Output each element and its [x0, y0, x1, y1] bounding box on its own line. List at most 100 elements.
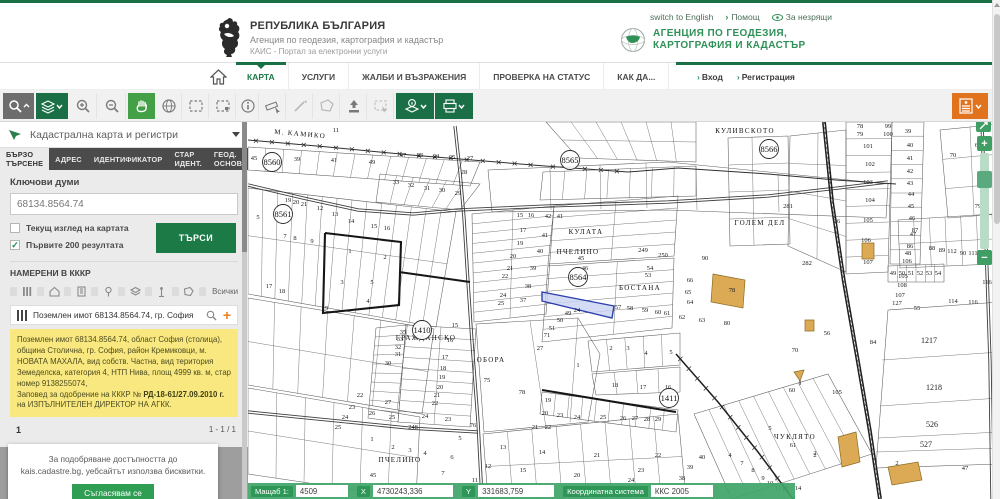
- layers-button[interactable]: [36, 93, 68, 119]
- zoom-out-icon: [104, 98, 120, 115]
- parcel-number: 32: [395, 344, 402, 351]
- identify-dropdown[interactable]: [396, 93, 434, 119]
- result-title: Поземлен имот 68134.8564.74, гр. София: [33, 310, 200, 320]
- add-result-icon[interactable]: +: [223, 309, 231, 321]
- mobile-menu-button[interactable]: [952, 93, 988, 119]
- chevron-down-icon: [232, 132, 240, 137]
- zoom-out-button[interactable]: [99, 93, 126, 119]
- filter-house-icon[interactable]: [48, 284, 60, 298]
- parcel-number: 37: [520, 297, 527, 304]
- zoom-rect-button[interactable]: [184, 93, 209, 119]
- result-list-item[interactable]: Поземлен имот 68134.8564.74, гр. София +: [10, 305, 238, 325]
- selected-parcel[interactable]: [542, 292, 614, 318]
- fullscreen-button[interactable]: [976, 122, 991, 132]
- hand-icon: [134, 98, 150, 115]
- rect-pointer-icon: [373, 98, 389, 115]
- switch-to-english-link[interactable]: switch to English: [650, 12, 713, 22]
- print-dropdown[interactable]: [435, 93, 473, 119]
- search-caret-up-icon: [7, 98, 31, 115]
- nav-tab-2[interactable]: ЖАЛБИ И ВЪЗРАЖЕНИЯ: [349, 63, 480, 90]
- logo-text: АГЕНЦИЯ ПО ГЕОДЕЗИЯ, КАРТОГРАФИЯ И КАДАС…: [653, 28, 806, 53]
- home-icon[interactable]: [210, 69, 227, 85]
- parcel-number: 62: [679, 314, 686, 321]
- search-tab-0[interactable]: БЪРЗО ТЪРСЕНЕ: [0, 148, 49, 170]
- overview-button[interactable]: [157, 93, 182, 119]
- nav-tab-4[interactable]: КАК ДА...: [604, 63, 669, 90]
- nav-tab-0[interactable]: КАРТА: [234, 63, 289, 90]
- heavy-boundary: [323, 233, 401, 313]
- parcel-number: 25: [449, 154, 456, 161]
- parcel-number: 3: [340, 279, 343, 286]
- parcel-line: [315, 197, 322, 306]
- measure-area-button[interactable]: [315, 93, 340, 119]
- parcel-number: 104: [865, 197, 876, 204]
- search-tab-2[interactable]: ИДЕНТИФИКАТОР: [88, 148, 169, 170]
- zoom-slider-track[interactable]: [980, 153, 989, 249]
- page-number[interactable]: 1: [16, 425, 21, 435]
- crs-input[interactable]: [651, 485, 713, 497]
- parcel-line: [846, 205, 890, 206]
- filter-badge: [172, 287, 179, 296]
- filter-polygon-icon[interactable]: [183, 284, 195, 298]
- parcel-number: 15: [371, 223, 378, 230]
- parcel-number: 25: [389, 414, 396, 421]
- printer-caret-icon: [442, 98, 466, 115]
- parcel-line: [651, 168, 652, 197]
- keywords-input[interactable]: [10, 193, 238, 215]
- parcel-number: 59: [642, 307, 649, 314]
- crs-label: Координатна система: [563, 486, 648, 497]
- sidebar-scrollbar[interactable]: [242, 122, 247, 499]
- search-button[interactable]: ТЪРСИ: [156, 223, 236, 253]
- nav-tab-3[interactable]: ПРОВЕРКА НА СТАТУС: [480, 63, 604, 90]
- parcel-number: 23: [557, 412, 564, 419]
- zoom-in-button-map[interactable]: +: [977, 136, 992, 151]
- scale-input[interactable]: [296, 485, 348, 497]
- filter-all-link[interactable]: Всички: [212, 287, 238, 296]
- cadastral-map[interactable]: 2411453941494723242527283332313029192021…: [248, 122, 1000, 499]
- parcel-line: [581, 397, 583, 419]
- select-button[interactable]: [261, 93, 286, 119]
- filter-building-icon[interactable]: [75, 284, 87, 298]
- parcel-number: 66: [687, 277, 694, 284]
- panel-header[interactable]: Кадастрална карта и регистри: [0, 122, 248, 148]
- zoom-in-button[interactable]: [70, 93, 97, 119]
- massif-number: 8561: [275, 209, 292, 219]
- pan-button[interactable]: [128, 93, 155, 119]
- measure-length-button[interactable]: [288, 93, 313, 119]
- parcel-line: [570, 318, 578, 422]
- filter-layers-icon[interactable]: [129, 284, 141, 298]
- search-tab-1[interactable]: АДРЕС: [49, 148, 88, 170]
- login-link[interactable]: ›Вход: [697, 72, 723, 82]
- parcel-number: 22: [502, 273, 509, 280]
- select-area-button[interactable]: [369, 93, 394, 119]
- parcel-line: [882, 352, 1000, 360]
- accessibility-link[interactable]: За незрящи: [772, 12, 832, 22]
- parcel-line: [382, 205, 396, 317]
- nav-tab-1[interactable]: УСЛУГИ: [289, 63, 349, 90]
- accept-cookies-button[interactable]: Съгласявам се: [72, 484, 154, 499]
- search-tool-button[interactable]: [3, 93, 34, 119]
- page-scrollbar[interactable]: [992, 0, 1000, 499]
- filter-barcode-icon[interactable]: [21, 284, 33, 298]
- zoom-to-result-icon[interactable]: [206, 310, 217, 321]
- scrollbar-thumb[interactable]: [994, 14, 1000, 224]
- selected-parcel-number: 24: [574, 307, 581, 314]
- zoom-slider-handle[interactable]: [977, 171, 992, 188]
- export-button[interactable]: [342, 93, 367, 119]
- first-200-checkbox[interactable]: ✓ Първите 200 резултата: [10, 240, 156, 250]
- parcel-number: 79: [857, 131, 864, 138]
- help-link[interactable]: ›Помощ: [725, 12, 759, 22]
- zoom-out-button-map[interactable]: −: [977, 250, 992, 265]
- agency-logo[interactable]: АГЕНЦИЯ ПО ГЕОДЕЗИЯ, КАРТОГРАФИЯ И КАДАС…: [620, 27, 806, 53]
- register-link[interactable]: ›Регистрация: [737, 72, 795, 82]
- filter-pole-icon[interactable]: [156, 284, 168, 298]
- extent-button[interactable]: [211, 93, 236, 119]
- parcel-number: 2: [895, 460, 898, 467]
- y-coordinate-input[interactable]: [478, 485, 554, 497]
- current-view-checkbox[interactable]: Текущ изглед на картата: [10, 223, 156, 233]
- filter-pin-icon[interactable]: [102, 284, 114, 298]
- x-coordinate-input[interactable]: [373, 485, 453, 497]
- search-tab-3[interactable]: СТАР ИДЕНТ.: [168, 148, 207, 170]
- parcel-line: [248, 147, 480, 186]
- info-button[interactable]: [238, 93, 259, 119]
